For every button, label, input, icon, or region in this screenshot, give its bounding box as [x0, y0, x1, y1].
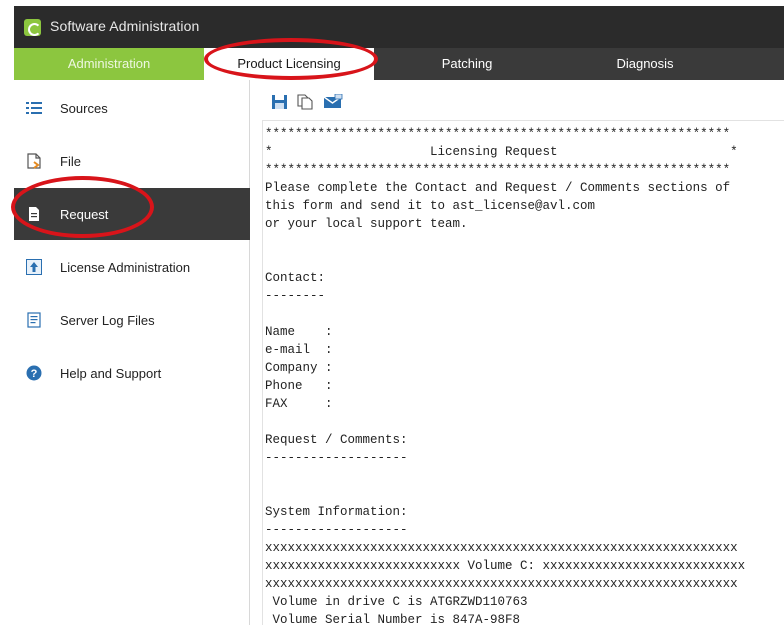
tab-patching[interactable]: Patching — [374, 48, 560, 80]
text-line: this form and send it to ast_license@avl… — [265, 199, 596, 213]
text-line: Volume Serial Number is 847A-98F8 — [265, 613, 521, 625]
text-line: Phone : — [265, 379, 333, 393]
tab-product-licensing[interactable]: Product Licensing — [204, 48, 374, 80]
text-line: ****************************************… — [265, 127, 731, 141]
sidebar-item-help-and-support[interactable]: ? Help and Support — [14, 347, 250, 399]
sidebar-item-label: Help and Support — [60, 366, 162, 381]
sidebar-item-label: Request — [60, 207, 109, 222]
sidebar-item-label: Sources — [60, 101, 108, 116]
text-line: Contact: — [265, 271, 326, 285]
request-panel: ****************************************… — [251, 80, 784, 625]
sidebar-item-server-log-files[interactable]: Server Log Files — [14, 294, 250, 346]
text-line: Request / Comments: — [265, 433, 408, 447]
save-icon[interactable] — [271, 94, 289, 110]
email-icon[interactable] — [323, 93, 343, 110]
svg-text:?: ? — [31, 368, 38, 380]
app-title: Software Administration — [50, 18, 200, 34]
tab-administration[interactable]: Administration — [14, 48, 204, 80]
sidebar-item-label: License Administration — [60, 260, 191, 275]
text-line: FAX : — [265, 397, 333, 411]
sidebar-item-file[interactable]: File — [14, 135, 250, 187]
sidebar-item-sources[interactable]: Sources — [14, 82, 250, 134]
text-line: xxxxxxxxxxxxxxxxxxxxxxxxxx Volume C: xxx… — [265, 559, 746, 573]
sidebar-item-label: File — [60, 154, 81, 169]
toolbar — [251, 80, 784, 120]
app-logo-icon — [24, 19, 41, 36]
text-line: ------------------- — [265, 523, 408, 537]
text-line: Please complete the Contact and Request … — [265, 181, 731, 195]
text-line: System Information: — [265, 505, 408, 519]
text-line: Volume in drive C is ATGRZWD110763 — [265, 595, 528, 609]
text-line: xxxxxxxxxxxxxxxxxxxxxxxxxxxxxxxxxxxxxxxx… — [265, 541, 738, 555]
text-line: xxxxxxxxxxxxxxxxxxxxxxxxxxxxxxxxxxxxxxxx… — [265, 577, 738, 591]
text-line: ****************************************… — [265, 163, 731, 177]
list-icon — [26, 100, 42, 116]
text-line: or your local support team. — [265, 217, 468, 231]
text-line: Name : — [265, 325, 333, 339]
log-file-icon — [26, 312, 42, 328]
text-line: -------- — [265, 289, 326, 303]
tab-diagnosis[interactable]: Diagnosis — [560, 48, 730, 80]
text-line: * Licensing Request * — [265, 145, 738, 159]
copy-icon[interactable] — [296, 94, 314, 110]
software-administration-window: Software Administration Administration P… — [14, 6, 784, 625]
sidebar-item-license-administration[interactable]: License Administration — [14, 241, 250, 293]
text-line: e-mail : — [265, 343, 333, 357]
help-icon: ? — [26, 365, 42, 381]
sidebar-item-label: Server Log Files — [60, 313, 155, 328]
request-text-area[interactable]: ****************************************… — [262, 120, 784, 625]
text-line: ------------------- — [265, 451, 408, 465]
sidebar-item-request[interactable]: Request — [14, 188, 250, 240]
upload-icon — [26, 259, 42, 275]
sidebar: Sources File Request License Administrat… — [14, 80, 250, 625]
tab-bar: Administration Product Licensing Patchin… — [14, 48, 784, 80]
text-line: Company : — [265, 361, 333, 375]
title-bar: Software Administration — [14, 6, 784, 48]
document-icon — [26, 206, 42, 222]
file-icon — [26, 153, 42, 169]
